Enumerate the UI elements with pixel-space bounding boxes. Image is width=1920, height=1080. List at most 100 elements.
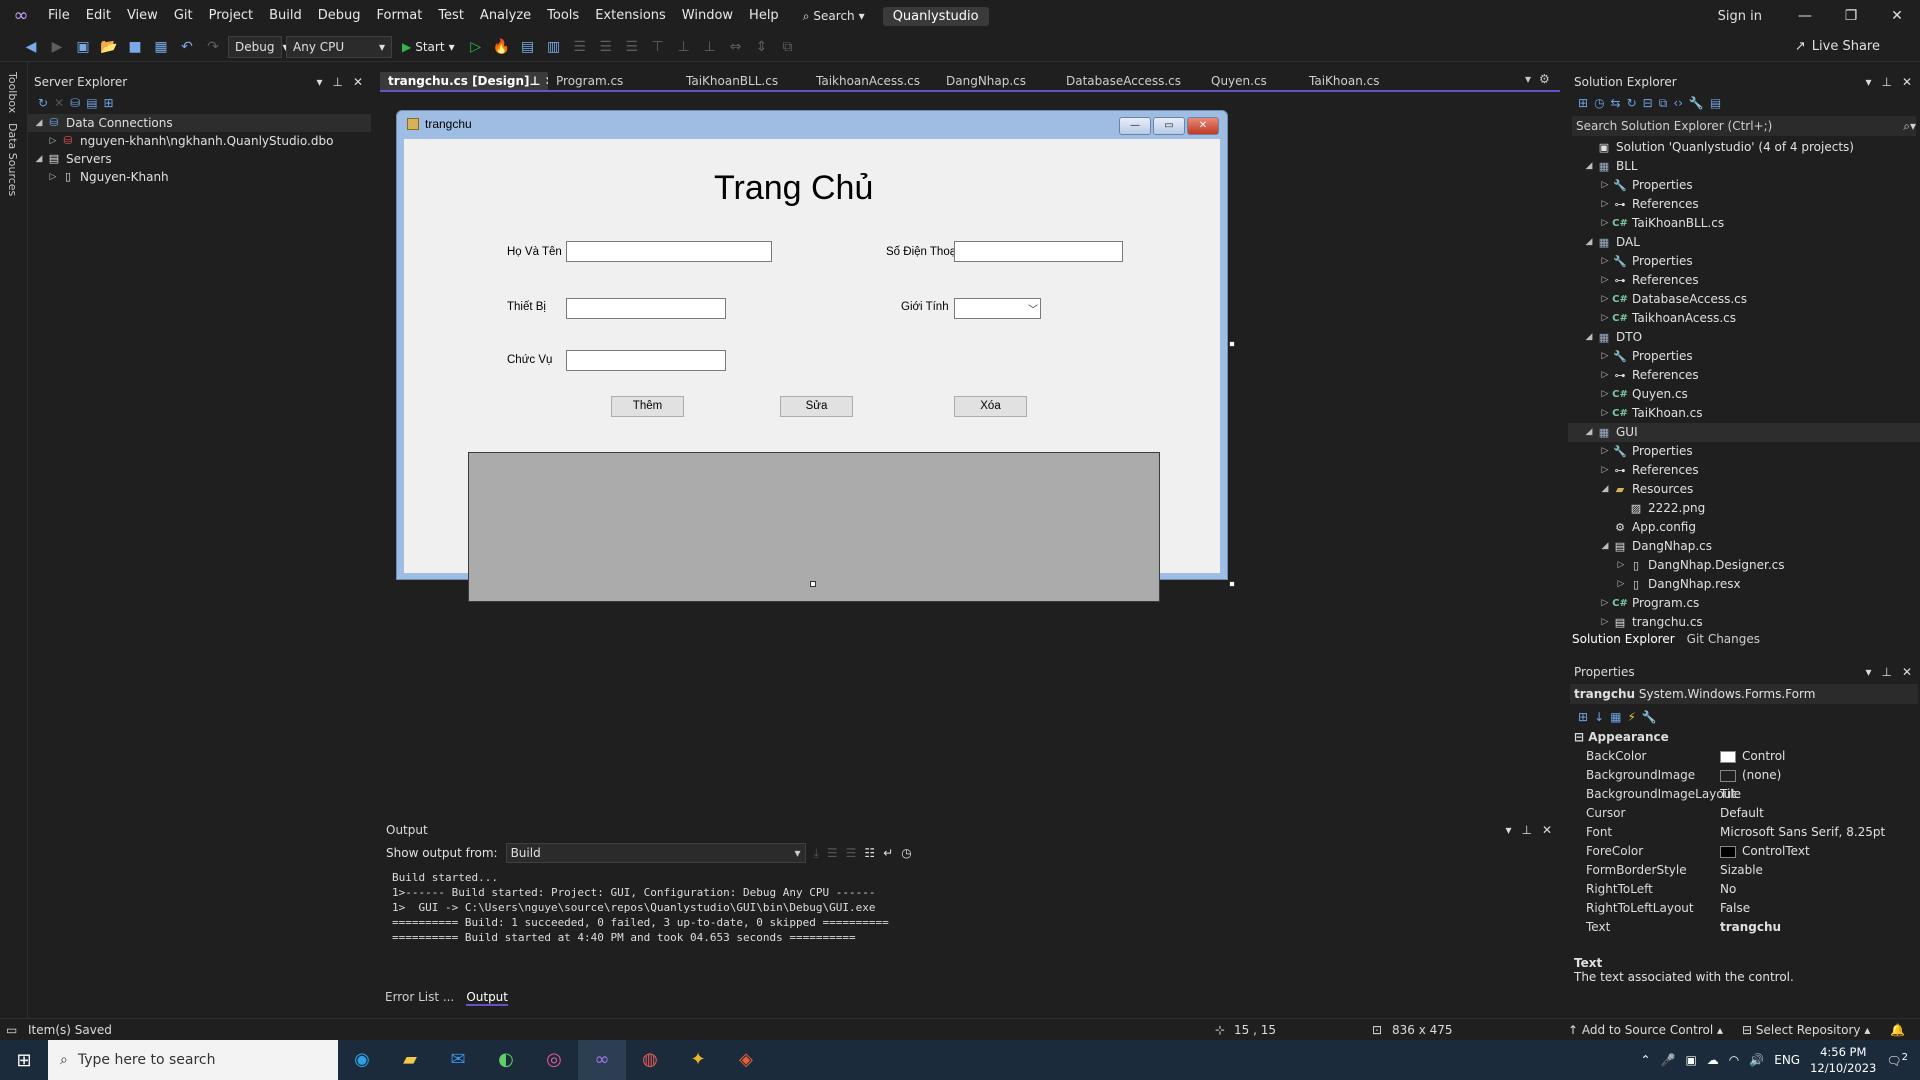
select-repository-button[interactable]: ⊟ Select Repository ▴ xyxy=(1742,1019,1870,1041)
solution-tree-item[interactable]: ▷ ⊶ References xyxy=(1568,366,1920,385)
expand-icon[interactable]: ▷ xyxy=(1614,575,1628,594)
expand-icon[interactable]: ▷ xyxy=(1598,442,1612,461)
expand-icon[interactable]: ▷ xyxy=(1598,385,1612,404)
solution-tree-item[interactable]: ▷ 🔧 Properties xyxy=(1568,252,1920,271)
solution-tree-item[interactable]: ▷ ▯ DangNhap.Designer.cs xyxy=(1568,556,1920,575)
property-row[interactable]: RightToLeftLayout False xyxy=(1568,899,1920,918)
view-code-icon[interactable]: ‹› xyxy=(1673,96,1683,110)
menu-help[interactable]: Help xyxy=(741,0,787,32)
platform-select[interactable]: Any CPU ▾ xyxy=(286,35,392,58)
chrome-icon[interactable]: ◍ xyxy=(626,1040,674,1080)
tab-list-icon[interactable]: ▾ xyxy=(1525,72,1531,86)
tab-output[interactable]: Output xyxy=(466,990,508,1006)
sharepoint-icon[interactable]: ⊞ xyxy=(104,96,114,110)
close-icon[interactable]: ✕ xyxy=(1874,8,1920,24)
collapse-icon[interactable]: ◢ xyxy=(32,114,46,132)
menu-edit[interactable]: Edit xyxy=(78,0,119,32)
clock[interactable]: 4:56 PM 12/10/2023 xyxy=(1810,1044,1876,1076)
refresh-icon[interactable]: ↻ xyxy=(38,96,48,110)
add-to-source-control-button[interactable]: ↑ Add to Source Control ▴ xyxy=(1568,1019,1723,1041)
sign-in-link[interactable]: Sign in xyxy=(1718,9,1762,24)
layout-icon[interactable]: ▥ xyxy=(543,36,565,58)
pink-app-icon[interactable]: ◎ xyxy=(530,1040,578,1080)
file-explorer-icon[interactable]: ▰ xyxy=(386,1040,434,1080)
alphabetical-icon[interactable]: ↓ xyxy=(1594,710,1604,724)
collapse-icon[interactable]: ◢ xyxy=(1582,157,1596,176)
gioi-tinh-select[interactable]: ﹀ xyxy=(954,298,1041,319)
find-message-icon[interactable]: ⤓ xyxy=(814,846,819,861)
output-source-select[interactable]: Build xyxy=(505,843,806,863)
output-text[interactable]: Build started... 1>------ Build started: … xyxy=(380,866,1560,974)
data-sources-tab[interactable]: Data Sources xyxy=(6,123,19,196)
solution-search-input[interactable]: Search Solution Explorer (Ctrl+;) ⌕▾ xyxy=(1572,116,1916,136)
expand-icon[interactable]: ▷ xyxy=(1598,366,1612,385)
windows-start-icon[interactable]: ⊞ xyxy=(0,1050,48,1071)
solution-tree-item[interactable]: ◢ ▰ Resources xyxy=(1568,480,1920,499)
close-icon[interactable]: ✕ xyxy=(1902,72,1912,92)
expand-icon[interactable]: ▷ xyxy=(1598,290,1612,309)
expand-icon[interactable]: ▷ xyxy=(1614,556,1628,575)
expand-icon[interactable]: ▷ xyxy=(1598,594,1612,613)
property-value-cell[interactable]: (none) xyxy=(1720,766,1920,785)
tab-trangchu-design[interactable]: trangchu.cs [Design] ⊥ ✕ xyxy=(380,72,548,90)
property-value-cell[interactable]: False xyxy=(1720,899,1920,918)
size-icon[interactable]: ⇕ xyxy=(751,36,773,58)
switch-views-icon[interactable]: ⊞ xyxy=(1578,96,1588,110)
collapse-icon[interactable]: ◢ xyxy=(1582,233,1596,252)
close-icon[interactable]: ✕ xyxy=(353,72,363,92)
tab-quyen[interactable]: Quyen.cs xyxy=(1203,72,1301,90)
tab-databaseaccess[interactable]: DatabaseAccess.cs xyxy=(1058,72,1203,90)
expand-icon[interactable]: ▷ xyxy=(1598,309,1612,328)
minimize-icon[interactable]: — xyxy=(1782,8,1828,24)
tab-solution-explorer[interactable]: Solution Explorer xyxy=(1572,632,1675,646)
collapse-icon[interactable]: ◢ xyxy=(1598,480,1612,499)
form-designer-window[interactable]: trangchu — ▭ ✕ Trang Chủ Họ Và Tên Số Đi… xyxy=(396,110,1228,602)
start-without-debugging-icon[interactable]: ▷ xyxy=(465,36,487,58)
expand-icon[interactable]: ▷ xyxy=(1598,252,1612,271)
solution-tree-item[interactable]: ▷ ▤ trangchu.cs xyxy=(1568,613,1920,632)
mail-icon[interactable]: ✉ xyxy=(434,1040,482,1080)
menu-test[interactable]: Test xyxy=(430,0,472,32)
tab-git-changes[interactable]: Git Changes xyxy=(1687,632,1760,646)
language-indicator[interactable]: ENG xyxy=(1774,1053,1800,1067)
tab-taikhoan[interactable]: TaiKhoan.cs xyxy=(1301,72,1406,90)
save-icon[interactable]: ■ xyxy=(124,36,146,58)
align-right-icon[interactable]: ☰ xyxy=(621,36,643,58)
solution-tree-item[interactable]: ▷ ⊶ References xyxy=(1568,461,1920,480)
tab-error-list[interactable]: Error List ... xyxy=(385,990,454,1006)
timestamp-icon[interactable]: ◷ xyxy=(901,846,911,860)
property-pages-icon[interactable]: 🔧 xyxy=(1642,710,1657,724)
solution-tree-item[interactable]: ▷ C# DatabaseAccess.cs xyxy=(1568,290,1920,309)
menu-window[interactable]: Window xyxy=(674,0,741,32)
tree-item-server[interactable]: ▷ ▯ Nguyen-Khanh xyxy=(28,168,371,186)
chevron-down-icon[interactable]: ▾ xyxy=(316,72,322,92)
notifications-icon[interactable]: 🔔 xyxy=(1890,1019,1905,1041)
menu-build[interactable]: Build xyxy=(261,0,310,32)
collapse-icon[interactable]: ◢ xyxy=(1598,537,1612,556)
cloud-icon[interactable]: ☁ xyxy=(1707,1053,1719,1067)
solution-tree-item[interactable]: ◢ ▦ DTO xyxy=(1568,328,1920,347)
pin-icon[interactable]: ⊥ xyxy=(332,72,342,92)
green-app-icon[interactable]: ◐ xyxy=(482,1040,530,1080)
menu-format[interactable]: Format xyxy=(369,0,431,32)
configuration-select[interactable]: Debug▾ xyxy=(228,35,289,58)
menu-file[interactable]: File xyxy=(40,0,78,32)
browse-icon[interactable]: ▤ xyxy=(517,36,539,58)
solution-tree-item[interactable]: ◢ ▦ GUI xyxy=(1568,423,1920,442)
pin-icon[interactable]: ⊥ xyxy=(1881,662,1891,682)
expand-icon[interactable]: ▷ xyxy=(1598,271,1612,290)
solution-tree-item[interactable]: ▨ 2222.png xyxy=(1568,499,1920,518)
property-value-cell[interactable]: Default xyxy=(1720,804,1920,823)
clear-all-icon[interactable]: ☷ xyxy=(864,846,875,860)
resize-handle-bottom[interactable] xyxy=(810,581,816,587)
pending-changes-icon[interactable]: ◷ xyxy=(1594,96,1604,110)
expand-icon[interactable]: ▷ xyxy=(1598,347,1612,366)
menu-view[interactable]: View xyxy=(119,0,166,32)
solution-tree-item[interactable]: ▷ ⊶ References xyxy=(1568,195,1920,214)
solution-tree-item[interactable]: ▷ 🔧 Properties xyxy=(1568,442,1920,461)
pin-icon[interactable]: ⊥ xyxy=(1881,72,1891,92)
open-file-icon[interactable]: 📂 xyxy=(98,36,120,58)
new-project-icon[interactable]: ▣ xyxy=(72,36,94,58)
chevron-up-icon[interactable]: ⌃ xyxy=(1640,1053,1650,1067)
expand-icon[interactable]: ▷ xyxy=(1598,461,1612,480)
